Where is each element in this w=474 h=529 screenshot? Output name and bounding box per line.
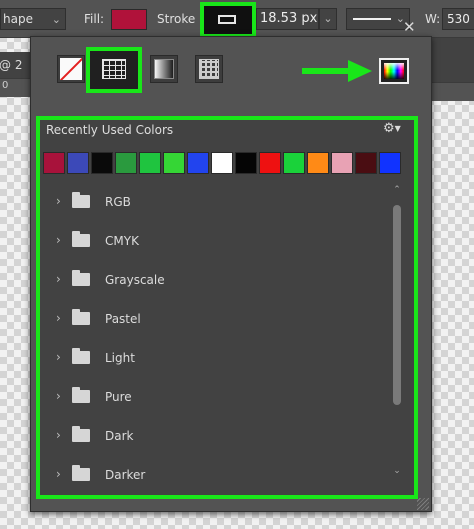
recent-color-swatch[interactable] [307, 152, 329, 174]
folder-label: Darker [105, 468, 146, 482]
recent-color-swatch[interactable] [331, 152, 353, 174]
recent-color-swatch[interactable] [115, 152, 137, 174]
recent-color-swatch[interactable] [139, 152, 161, 174]
ruler-tick-label: 0 [2, 80, 9, 91]
swatch-folder-row[interactable]: › Dark [44, 418, 389, 457]
pattern-button[interactable] [195, 55, 223, 83]
recent-color-swatch[interactable] [283, 152, 305, 174]
folder-label: Light [105, 351, 135, 365]
folder-label: Dark [105, 429, 134, 443]
recently-used-label: Recently Used Colors [46, 123, 174, 137]
folder-icon [72, 231, 90, 247]
fill-label: Fill: [84, 12, 105, 26]
stroke-swatch-icon [218, 15, 236, 24]
chevron-right-icon[interactable]: › [56, 428, 61, 442]
recent-color-swatch[interactable] [163, 152, 185, 174]
stroke-type-dropdown[interactable]: ⌄ [346, 8, 410, 30]
close-icon[interactable]: ✕ [403, 18, 416, 36]
stroke-width-field[interactable]: 18.53 px [256, 8, 319, 30]
width-field[interactable]: 530 [442, 8, 474, 30]
no-color-button[interactable] [57, 55, 85, 83]
swatch-folder-list: › RGB › CMYK › Grayscale › Pastel › Light › Pure › Da… [44, 184, 389, 492]
swatch-grid-icon [102, 59, 126, 79]
recent-color-swatch[interactable] [67, 152, 89, 174]
swatch-folder-row[interactable]: › Pure [44, 379, 389, 418]
swatch-folder-row[interactable]: › Pastel [44, 301, 389, 340]
chevron-right-icon[interactable]: › [56, 194, 61, 208]
folder-label: CMYK [105, 234, 139, 248]
swatch-folder-row[interactable]: › CMYK [44, 223, 389, 262]
document-tab-label: @ 2 [0, 58, 23, 72]
color-picker-button[interactable] [379, 58, 409, 84]
scroll-up-icon[interactable]: ⌃ [389, 185, 405, 195]
folder-icon [72, 348, 90, 364]
recent-color-swatch[interactable] [91, 152, 113, 174]
solid-color-button[interactable] [86, 47, 142, 93]
gradient-icon [154, 59, 174, 79]
folder-icon [72, 387, 90, 403]
recent-color-swatch[interactable] [235, 152, 257, 174]
scroll-down-icon[interactable]: ⌄ [389, 466, 405, 476]
color-picker-icon [384, 63, 404, 79]
stroke-label: Stroke [157, 12, 196, 26]
chevron-right-icon[interactable]: › [56, 389, 61, 403]
recent-color-swatch[interactable] [211, 152, 233, 174]
chevron-right-icon[interactable]: › [56, 233, 61, 247]
shape-mode-label: hape [3, 12, 33, 26]
chevron-right-icon[interactable]: › [56, 272, 61, 286]
recent-color-swatch[interactable] [355, 152, 377, 174]
width-label: W: [425, 12, 441, 26]
recent-color-swatch[interactable] [43, 152, 65, 174]
chevron-down-icon: ⌄ [51, 13, 61, 26]
swatch-folder-row[interactable]: › Darker [44, 457, 389, 492]
folder-label: RGB [105, 195, 131, 209]
scrollbar-thumb[interactable] [393, 205, 401, 405]
stroke-color-button[interactable] [200, 2, 256, 38]
folder-icon [72, 192, 90, 208]
chevron-right-icon[interactable]: › [56, 467, 61, 481]
folder-icon [72, 270, 90, 286]
chevron-right-icon[interactable]: › [56, 311, 61, 325]
stroke-width-value: 18.53 px [260, 11, 318, 26]
document-tab-strip [432, 38, 474, 101]
document-tab[interactable]: @ 2 0 [0, 52, 30, 97]
folder-label: Pastel [105, 312, 141, 326]
pattern-icon [199, 59, 219, 79]
solid-line-icon [353, 18, 391, 20]
width-value: 530 [447, 12, 470, 26]
recent-color-swatch[interactable] [259, 152, 281, 174]
chevron-right-icon[interactable]: › [56, 350, 61, 364]
folder-label: Grayscale [105, 273, 165, 287]
no-color-icon [60, 58, 82, 80]
recent-color-swatch[interactable] [379, 152, 401, 174]
stroke-width-dropdown[interactable]: ⌄ [319, 8, 337, 30]
gear-icon[interactable]: ⚙▼ [383, 121, 401, 136]
recent-color-swatch[interactable] [187, 152, 209, 174]
swatch-folder-row[interactable]: › RGB [44, 184, 389, 223]
shape-mode-dropdown[interactable]: hape ⌄ [0, 8, 66, 30]
swatch-folder-row[interactable]: › Grayscale [44, 262, 389, 301]
recent-colors-row [43, 152, 401, 174]
gradient-button[interactable] [150, 55, 178, 83]
folder-label: Pure [105, 390, 132, 404]
folder-icon [72, 426, 90, 442]
horizontal-ruler [432, 82, 474, 101]
fill-color-swatch[interactable] [111, 9, 147, 30]
folder-icon [72, 309, 90, 325]
arrow-right-icon [302, 60, 372, 82]
folder-icon [72, 465, 90, 481]
horizontal-ruler: 0 [0, 78, 30, 97]
swatch-folder-row[interactable]: › Light [44, 340, 389, 379]
resize-handle[interactable] [417, 498, 429, 510]
